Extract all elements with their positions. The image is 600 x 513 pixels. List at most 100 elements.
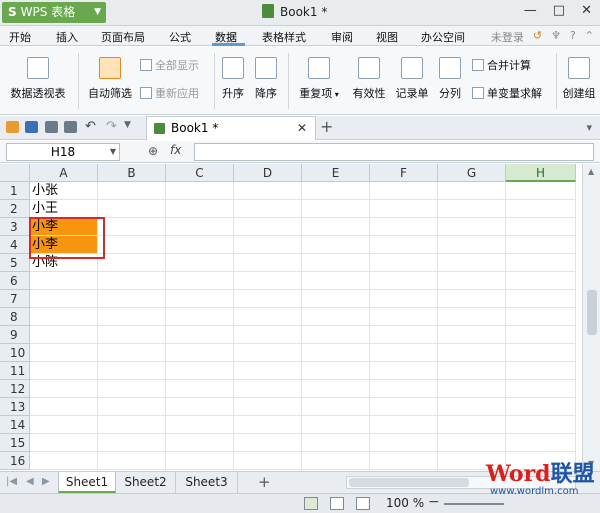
zoom-slider[interactable] [444, 503, 504, 505]
cell-e5[interactable] [302, 254, 370, 272]
cell-a7[interactable] [30, 290, 98, 308]
cell-e4[interactable] [302, 236, 370, 254]
cell-b12[interactable] [98, 380, 166, 398]
cell-f1[interactable] [370, 182, 438, 200]
column-header-g[interactable]: G [438, 164, 506, 182]
cell-f6[interactable] [370, 272, 438, 290]
cell-h11[interactable] [506, 362, 576, 380]
cell-c11[interactable] [166, 362, 234, 380]
cell-b11[interactable] [98, 362, 166, 380]
cell-c9[interactable] [166, 326, 234, 344]
insert-function-icon[interactable]: fx [170, 143, 181, 157]
close-icon[interactable]: ✕ [581, 3, 592, 18]
cell-a2[interactable]: 小王 [30, 200, 98, 218]
row-header-16[interactable]: 16 [0, 452, 30, 470]
cell-g6[interactable] [438, 272, 506, 290]
row-header-10[interactable]: 10 [0, 344, 30, 362]
column-header-a[interactable]: A [30, 164, 98, 182]
cell-h2[interactable] [506, 200, 576, 218]
cell-d8[interactable] [234, 308, 302, 326]
tab-home[interactable]: 开始 [9, 29, 31, 45]
cell-c6[interactable] [166, 272, 234, 290]
row-header-11[interactable]: 11 [0, 362, 30, 380]
print-preview-icon[interactable] [64, 121, 77, 133]
cell-c2[interactable] [166, 200, 234, 218]
cell-e2[interactable] [302, 200, 370, 218]
cell-h1[interactable] [506, 182, 576, 200]
close-tab-icon[interactable]: ✕ [297, 117, 307, 139]
tab-page-layout[interactable]: 页面布局 [101, 29, 145, 45]
cell-g2[interactable] [438, 200, 506, 218]
create-group-button[interactable]: 创建组 [561, 57, 597, 101]
next-sheet-icon[interactable]: ▶ [42, 476, 50, 487]
row-header-15[interactable]: 15 [0, 434, 30, 452]
cell-f9[interactable] [370, 326, 438, 344]
consolidate-button[interactable]: 合并计算 [472, 57, 531, 73]
cell-g4[interactable] [438, 236, 506, 254]
row-header-9[interactable]: 9 [0, 326, 30, 344]
column-header-h[interactable]: H [506, 164, 576, 182]
zoom-out-icon[interactable]: − [428, 494, 440, 510]
tab-review[interactable]: 审阅 [331, 29, 353, 45]
row-header-4[interactable]: 4 [0, 236, 30, 254]
cell-a15[interactable] [30, 434, 98, 452]
cell-d6[interactable] [234, 272, 302, 290]
reading-view-icon[interactable] [356, 497, 370, 510]
cell-g3[interactable] [438, 218, 506, 236]
cell-f3[interactable] [370, 218, 438, 236]
cell-e12[interactable] [302, 380, 370, 398]
goal-seek-button[interactable]: 单变量求解 [472, 85, 542, 101]
cell-d13[interactable] [234, 398, 302, 416]
cell-f10[interactable] [370, 344, 438, 362]
column-header-f[interactable]: F [370, 164, 438, 182]
cell-a11[interactable] [30, 362, 98, 380]
cell-g1[interactable] [438, 182, 506, 200]
cell-h9[interactable] [506, 326, 576, 344]
cell-f14[interactable] [370, 416, 438, 434]
tab-office-space[interactable]: 办公空间 [421, 29, 465, 45]
cell-d9[interactable] [234, 326, 302, 344]
cell-d14[interactable] [234, 416, 302, 434]
cell-h7[interactable] [506, 290, 576, 308]
show-all-button[interactable]: 全部显示 [140, 57, 199, 73]
cell-f7[interactable] [370, 290, 438, 308]
cell-d2[interactable] [234, 200, 302, 218]
row-header-2[interactable]: 2 [0, 200, 30, 218]
new-tab-icon[interactable]: + [320, 117, 333, 136]
cell-e7[interactable] [302, 290, 370, 308]
cell-a9[interactable] [30, 326, 98, 344]
cell-e3[interactable] [302, 218, 370, 236]
record-form-button[interactable]: 记录单 [393, 57, 431, 101]
cell-h3[interactable] [506, 218, 576, 236]
sheet-tab-sheet2[interactable]: Sheet2 [116, 472, 176, 493]
cell-h13[interactable] [506, 398, 576, 416]
cell-e1[interactable] [302, 182, 370, 200]
cell-f4[interactable] [370, 236, 438, 254]
cell-d10[interactable] [234, 344, 302, 362]
cell-f16[interactable] [370, 452, 438, 470]
cell-f11[interactable] [370, 362, 438, 380]
cell-b1[interactable] [98, 182, 166, 200]
pivot-table-button[interactable]: 数据透视表 [6, 57, 70, 101]
column-header-c[interactable]: C [166, 164, 234, 182]
cell-a13[interactable] [30, 398, 98, 416]
vertical-scrollbar[interactable]: ▲ ▼ [582, 164, 600, 471]
cell-d16[interactable] [234, 452, 302, 470]
cell-b10[interactable] [98, 344, 166, 362]
cell-g7[interactable] [438, 290, 506, 308]
cell-h14[interactable] [506, 416, 576, 434]
cell-e15[interactable] [302, 434, 370, 452]
cell-d15[interactable] [234, 434, 302, 452]
scrollbar-thumb[interactable] [587, 290, 597, 335]
scrollbar-thumb[interactable] [349, 478, 469, 487]
app-menu-button[interactable]: S WPS 表格 ▼ [2, 2, 106, 23]
row-header-13[interactable]: 13 [0, 398, 30, 416]
cell-e11[interactable] [302, 362, 370, 380]
row-header-5[interactable]: 5 [0, 254, 30, 272]
cell-c8[interactable] [166, 308, 234, 326]
save-icon[interactable] [25, 121, 38, 133]
cell-e14[interactable] [302, 416, 370, 434]
cell-a1[interactable]: 小张 [30, 182, 98, 200]
duplicates-button[interactable]: 重复项 ▾ [295, 57, 343, 101]
cell-c12[interactable] [166, 380, 234, 398]
